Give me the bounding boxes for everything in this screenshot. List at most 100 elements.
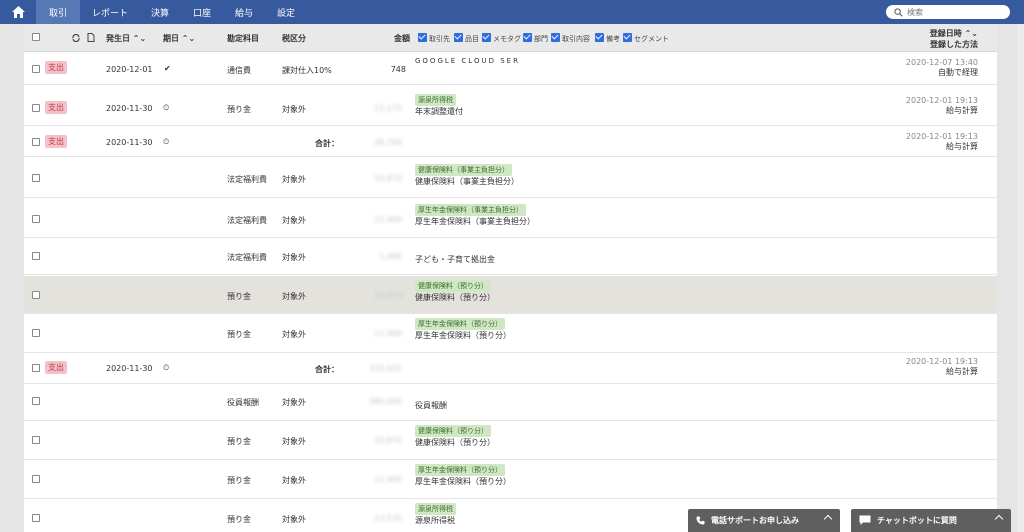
account: 通信費 — [227, 66, 251, 75]
description: 厚生年金保険料（事業主負担分） 厚生年金保険料（事業主負担分） — [415, 204, 535, 226]
row-checkbox[interactable] — [32, 436, 40, 444]
transaction-list: 発生日 ⌃⌄ 期日 ⌃⌄ 勘定科目 税区分 金額 取引先 品目 メモタグ 部門 … — [24, 24, 997, 532]
chevron-up-icon — [994, 514, 1004, 524]
row-checkbox[interactable] — [32, 215, 40, 223]
tax-category: 対象外 — [282, 253, 306, 262]
row-checkbox[interactable] — [32, 104, 40, 112]
amount: 380,000 — [368, 397, 402, 406]
row-checkbox[interactable] — [32, 138, 40, 146]
table-row[interactable]: 支出 2020-11-30 ⏲ 預り金 対象外 15,175 源泉所得税 年末調… — [24, 86, 997, 126]
phone-support-button[interactable]: 電話サポートお申し込み — [688, 509, 840, 532]
expense-badge: 支出 — [45, 361, 67, 374]
row-checkbox[interactable] — [32, 514, 40, 522]
registered-info: 2020-12-07 13:40 自動で経理 — [905, 58, 978, 77]
tag: 厚生年金保険料（預り分） — [415, 464, 505, 476]
amount: 748 — [390, 65, 406, 74]
table-row[interactable]: 法定福利費 対象外 21,960 厚生年金保険料（事業主負担分） 厚生年金保険料… — [24, 199, 997, 238]
row-checkbox[interactable] — [32, 364, 40, 372]
registered-info: 2020-12-01 19:13 給与計算 — [905, 132, 978, 151]
settled-check-icon: ✔ — [164, 64, 171, 73]
registered-info: 2020-12-01 19:13 給与計算 — [905, 96, 978, 115]
date: 2020-11-30 — [106, 138, 153, 147]
document-icon — [87, 33, 95, 42]
row-checkbox[interactable] — [32, 252, 40, 260]
table-row[interactable]: 支出 2020-11-30 ⏲ 合計： 333,635 2020-12-01 1… — [24, 354, 997, 384]
tag: 源泉所得税 — [415, 503, 456, 515]
row-checkbox[interactable] — [32, 174, 40, 182]
row-checkbox[interactable] — [32, 475, 40, 483]
filter-dept-checkbox[interactable] — [523, 33, 532, 42]
filter-item-checkbox[interactable] — [454, 33, 463, 42]
search-input[interactable] — [907, 7, 1002, 17]
filter-note-checkbox[interactable] — [595, 33, 604, 42]
pending-clock-icon: ⏲ — [163, 363, 170, 372]
tax-category: 対象外 — [282, 398, 306, 407]
table-row[interactable]: 支出 2020-12-01 ✔ 通信費 課対仕入10% 748 GOOGLE C… — [24, 52, 997, 85]
description: 健康保険料（事業主負担分） 健康保険料（事業主負担分） — [415, 164, 519, 186]
table-row[interactable]: 預り金 対象外 21,960 厚生年金保険料（預り分） 厚生年金保険料（預り分） — [24, 315, 997, 353]
amount: 21,960 — [374, 329, 402, 338]
row-checkbox[interactable] — [32, 397, 40, 405]
nav-tab-reports[interactable]: レポート — [80, 0, 140, 24]
select-all-checkbox[interactable] — [32, 33, 40, 41]
filter-partner-label: 取引先 — [429, 35, 450, 43]
filter-content-checkbox[interactable] — [551, 33, 560, 42]
table-row[interactable]: 預り金 対象外 10,870 健康保険料（預り分） 健康保険料（預り分） — [24, 276, 997, 314]
tax-category: 対象外 — [282, 175, 306, 184]
account: 預り金 — [227, 476, 251, 485]
tag: 源泉所得税 — [415, 94, 456, 106]
date: 2020-12-01 — [106, 65, 153, 74]
sync-icon — [72, 34, 80, 42]
row-checkbox[interactable] — [32, 329, 40, 337]
expense-badge: 支出 — [45, 61, 67, 74]
amount: 333,635 — [368, 364, 402, 373]
scrollbar[interactable] — [1017, 24, 1024, 532]
row-checkbox[interactable] — [32, 291, 40, 299]
nav-tab-closing[interactable]: 決算 — [140, 0, 180, 24]
account: 法定福利費 — [227, 216, 267, 225]
filter-note-label: 備考 — [606, 35, 620, 43]
sort-date-header[interactable]: 発生日 ⌃⌄ — [106, 33, 146, 44]
sort-due-header[interactable]: 期日 ⌃⌄ — [163, 33, 195, 44]
amount-header: 金額 — [394, 34, 410, 43]
filter-item-label: 品目 — [465, 35, 479, 43]
nav-tab-transactions[interactable]: 取引 — [36, 0, 80, 24]
filter-content-label: 取引内容 — [562, 35, 590, 43]
table-row[interactable]: 法定福利費 対象外 10,870 健康保険料（事業主負担分） 健康保険料（事業主… — [24, 158, 997, 198]
table-row[interactable]: 預り金 対象外 21,960 厚生年金保険料（預り分） 厚生年金保険料（預り分） — [24, 461, 997, 499]
row-checkbox[interactable] — [32, 65, 40, 73]
search-box[interactable] — [886, 5, 1010, 19]
filter-memo-checkbox[interactable] — [482, 33, 491, 42]
table-row[interactable]: 支出 2020-11-30 ⏲ 合計： 38,769 2020-12-01 19… — [24, 127, 997, 157]
tax-category: 課対仕入10% — [282, 66, 332, 75]
description: GOOGLE CLOUD SER — [415, 57, 520, 65]
filter-memo-label: メモタグ — [493, 35, 521, 43]
total-label: 合計： — [315, 365, 339, 374]
nav-tab-accounts[interactable]: 口座 — [180, 0, 224, 24]
table-row[interactable]: 役員報酬 対象外 380,000 役員報酬 — [24, 385, 997, 421]
chatbot-button[interactable]: チャットボットに質問 — [851, 509, 1011, 532]
filter-partner-checkbox[interactable] — [418, 33, 427, 42]
tax-category: 対象外 — [282, 476, 306, 485]
nav-tab-payroll[interactable]: 給与 — [224, 0, 264, 24]
tax-category: 対象外 — [282, 105, 306, 114]
table-row[interactable]: 預り金 対象外 10,870 健康保険料（預り分） 健康保険料（預り分） — [24, 422, 997, 460]
filter-dept-label: 部門 — [534, 35, 548, 43]
filter-segment-checkbox[interactable] — [623, 33, 632, 42]
registered-info: 2020-12-01 19:13 給与計算 — [905, 357, 978, 376]
date: 2020-11-30 — [106, 364, 153, 373]
expense-badge: 支出 — [45, 135, 67, 148]
table-row[interactable]: 法定福利費 対象外 1,980 子ども・子育て拠出金 — [24, 239, 997, 275]
tag: 厚生年金保険料（事業主負担分） — [415, 204, 526, 216]
date: 2020-11-30 — [106, 104, 153, 113]
amount: 21,960 — [374, 475, 402, 484]
sort-registered-header[interactable]: 登録日時 ⌃⌄ — [930, 28, 978, 39]
amount: 10,870 — [374, 291, 402, 300]
filter-segment-label: セグメント — [634, 35, 669, 43]
account: 預り金 — [227, 292, 251, 301]
nav-tab-settings[interactable]: 設定 — [264, 0, 308, 24]
phone-icon — [696, 516, 705, 525]
account: 法定福利費 — [227, 253, 267, 262]
home-icon[interactable] — [0, 0, 36, 24]
list-header: 発生日 ⌃⌄ 期日 ⌃⌄ 勘定科目 税区分 金額 取引先 品目 メモタグ 部門 … — [24, 24, 997, 52]
